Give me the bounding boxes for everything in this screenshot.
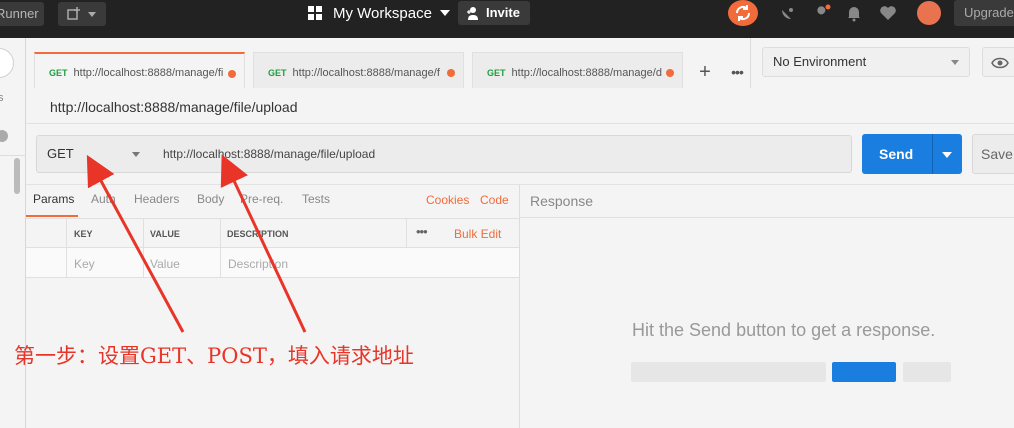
column-header-value: VALUE	[150, 229, 180, 239]
runner-button[interactable]: Runner	[0, 2, 44, 26]
column-divider	[220, 248, 221, 278]
invite-button[interactable]: Invite	[458, 1, 530, 25]
save-button[interactable]: Save	[972, 134, 1014, 174]
unsaved-dot-icon	[228, 70, 236, 78]
tab-pre-request[interactable]: Pre-req.	[240, 192, 283, 206]
chevron-down-icon	[88, 12, 96, 17]
pane-divider[interactable]	[519, 185, 520, 428]
tab-tests[interactable]: Tests	[302, 192, 330, 206]
sync-icon	[735, 5, 751, 21]
settings-wrench-icon[interactable]	[813, 4, 831, 22]
column-divider	[66, 248, 67, 278]
sidebar-partial-text: s	[0, 92, 4, 104]
key-input[interactable]: Key	[74, 257, 95, 271]
satellite-icon[interactable]	[779, 4, 797, 22]
column-divider	[143, 248, 144, 278]
tab-method: GET	[49, 68, 68, 78]
response-title: Response	[530, 193, 594, 209]
placeholder-bar	[903, 362, 951, 382]
column-divider	[143, 219, 144, 249]
value-input[interactable]: Value	[150, 257, 180, 271]
sidebar-toggle-dot[interactable]	[0, 130, 8, 142]
column-divider	[406, 219, 407, 249]
tab-params[interactable]: Params	[33, 192, 74, 206]
sidebar-circle-button[interactable]	[0, 48, 14, 78]
environment-quick-look-button[interactable]	[982, 47, 1014, 77]
tab-headers[interactable]: Headers	[134, 192, 179, 206]
column-header-description: DESCRIPTION	[227, 229, 289, 239]
sync-button[interactable]	[728, 0, 758, 26]
workspace-selector[interactable]: My Workspace	[308, 2, 450, 24]
environment-select[interactable]: No Environment	[762, 47, 970, 77]
cookies-link[interactable]: Cookies	[426, 193, 469, 207]
request-title[interactable]: http://localhost:8888/manage/file/upload	[50, 99, 298, 115]
table-row: Key Value Description	[26, 248, 519, 278]
eye-icon	[991, 57, 1009, 69]
tab-url: http://localhost:8888/manage/f	[292, 67, 440, 79]
sidebar-divider	[0, 155, 26, 156]
placeholder-bar	[631, 362, 826, 382]
tab-auth[interactable]: Auth	[91, 192, 116, 206]
annotation-text: 第一步：设置GET、POST，填入请求地址	[14, 344, 414, 368]
table-header-row: KEY VALUE DESCRIPTION ••• Bulk Edit	[26, 218, 519, 249]
heart-icon[interactable]	[879, 4, 897, 22]
tab-method: GET	[487, 68, 506, 78]
url-input[interactable]: http://localhost:8888/manage/file/upload	[151, 135, 852, 173]
request-tabs: GET http://localhost:8888/manage/fi GET ht…	[34, 52, 691, 88]
runner-label: Runner	[0, 6, 39, 21]
column-divider	[220, 219, 221, 249]
avatar[interactable]	[917, 1, 941, 25]
params-table: KEY VALUE DESCRIPTION ••• Bulk Edit Key …	[26, 218, 519, 280]
chevron-down-icon	[439, 10, 450, 16]
tab-url: http://localhost:8888/manage/fi	[73, 67, 224, 79]
request-tab[interactable]: GET http://localhost:8888/manage/fi	[34, 52, 245, 88]
more-tabs-icon[interactable]: •••	[724, 58, 750, 86]
more-options-icon[interactable]: •••	[416, 224, 428, 239]
save-label: Save	[981, 146, 1013, 162]
top-bar: Runner My Workspace Invite Upgrade	[0, 0, 1014, 38]
tab-divider	[750, 38, 751, 88]
column-header-key: KEY	[74, 229, 93, 239]
chevron-down-icon	[951, 60, 959, 65]
new-button[interactable]	[58, 2, 106, 26]
chevron-down-icon	[132, 152, 140, 157]
unsaved-dot-icon	[447, 69, 455, 77]
placeholder-bar-accent	[832, 362, 896, 382]
active-tab-indicator	[26, 215, 78, 217]
divider	[26, 184, 1014, 185]
divider	[520, 217, 1014, 218]
chevron-down-icon[interactable]	[942, 152, 952, 158]
workspace-grid-icon	[308, 6, 322, 20]
new-item-icon	[67, 7, 80, 20]
description-input[interactable]: Description	[228, 257, 288, 271]
request-tab[interactable]: GET http://localhost:8888/manage/f	[253, 52, 464, 88]
method-select[interactable]: GET	[36, 135, 152, 173]
column-divider	[66, 219, 67, 249]
invite-label: Invite	[486, 5, 520, 20]
add-user-icon	[467, 7, 478, 20]
sidebar-scrollbar[interactable]	[14, 158, 20, 194]
send-button[interactable]: Send	[862, 134, 962, 174]
workspace-label: My Workspace	[333, 4, 432, 22]
send-label: Send	[879, 146, 914, 162]
response-empty-message: Hit the Send button to get a response.	[632, 320, 936, 340]
method-label: GET	[47, 146, 74, 161]
request-tab[interactable]: GET http://localhost:8888/manage/d	[472, 52, 683, 88]
notification-bell-icon[interactable]	[845, 4, 863, 22]
divider	[26, 123, 1014, 124]
upgrade-label: Upgrade	[964, 5, 1014, 20]
tab-method: GET	[268, 68, 287, 78]
tab-url: http://localhost:8888/manage/d	[511, 67, 662, 79]
send-divider	[932, 134, 933, 174]
code-link[interactable]: Code	[480, 193, 509, 207]
unsaved-dot-icon	[666, 69, 674, 77]
new-tab-plus-icon[interactable]: +	[692, 58, 718, 86]
tab-body[interactable]: Body	[197, 192, 224, 206]
upgrade-button[interactable]: Upgrade	[954, 0, 1014, 26]
bulk-edit-link[interactable]: Bulk Edit	[454, 227, 501, 241]
environment-label: No Environment	[773, 54, 867, 69]
